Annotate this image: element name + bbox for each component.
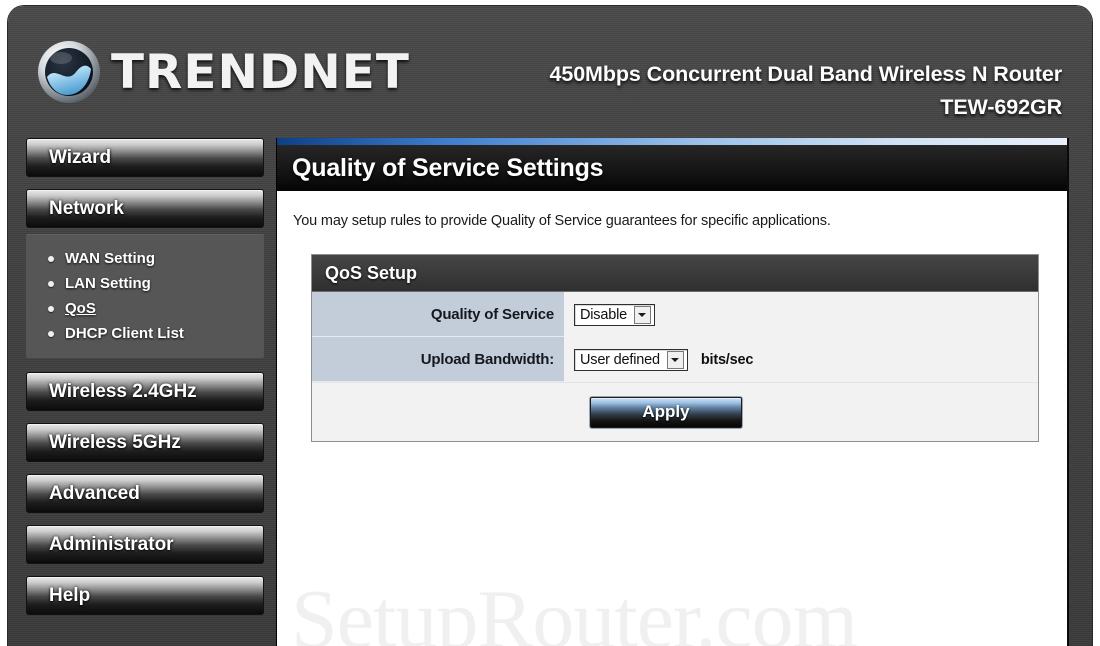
sidebar-item-label: Network <box>49 197 124 219</box>
select-value: Disable <box>580 306 627 323</box>
bullet-icon <box>48 305 54 312</box>
content-body: You may setup rules to provide Quality o… <box>277 191 1067 646</box>
qos-setup-panel-header: QoS Setup <box>312 255 1038 292</box>
sidebar-subitem-wan-setting[interactable]: WAN Setting <box>26 246 264 271</box>
row-field-cell: Disable <box>564 292 1038 337</box>
bullet-icon <box>48 255 54 262</box>
row-field-cell: User defined bits/sec <box>564 337 1038 382</box>
brand-logo: TRENDNET <box>36 39 409 105</box>
bullet-icon <box>48 280 54 287</box>
sidebar-subitem-qos[interactable]: QoS <box>26 296 264 321</box>
apply-row: Apply <box>312 382 1038 441</box>
sidebar-subitem-dhcp-client-list[interactable]: DHCP Client List <box>26 321 264 346</box>
page-description: You may setup rules to provide Quality o… <box>293 213 831 229</box>
sidebar-subitem-label: QoS <box>65 300 96 317</box>
row-label-cell: Upload Bandwidth: <box>312 337 564 382</box>
sidebar-item-label: Advanced <box>49 482 140 504</box>
sidebar-item-advanced[interactable]: Advanced <box>26 474 264 513</box>
form-row-quality-of-service: Quality of Service Disable <box>312 292 1038 337</box>
page-title-bar: Quality of Service Settings <box>277 145 1067 191</box>
sidebar-subitem-lan-setting[interactable]: LAN Setting <box>26 271 264 296</box>
qos-setup-panel: QoS Setup Quality of Service Disable Upl… <box>311 254 1039 442</box>
upload-bandwidth-label: Upload Bandwidth: <box>420 350 554 368</box>
upload-bandwidth-select[interactable]: User defined <box>574 348 688 371</box>
upload-bandwidth-unit: bits/sec <box>700 351 754 368</box>
router-admin-window: TRENDNET 450Mbps Concurrent Dual Band Wi… <box>8 6 1092 646</box>
sidebar-submenu-network: WAN Setting LAN Setting QoS DHCP Client … <box>26 234 264 358</box>
select-value: User defined <box>580 351 660 368</box>
qos-setup-panel-title: QoS Setup <box>325 262 418 283</box>
sidebar-item-label: Help <box>49 584 91 606</box>
apply-button[interactable]: Apply <box>590 396 742 428</box>
sidebar-item-label: Wireless 2.4GHz <box>49 380 197 402</box>
sidebar-item-label: Administrator <box>49 533 174 555</box>
product-model-block: 450Mbps Concurrent Dual Band Wireless N … <box>549 58 1062 125</box>
chevron-down-icon[interactable] <box>633 305 651 324</box>
sidebar-nav: Wizard Network WAN Setting LAN Setting Q… <box>26 138 264 627</box>
site-watermark: SetupRouter.com <box>291 573 858 646</box>
sidebar-item-wireless-5ghz[interactable]: Wireless 5GHz <box>26 423 264 462</box>
accent-bar <box>277 138 1067 145</box>
bullet-icon <box>48 330 54 337</box>
chevron-down-icon[interactable] <box>666 350 684 369</box>
trendnet-globe-icon <box>38 41 100 103</box>
sidebar-item-label: Wizard <box>49 146 112 168</box>
row-label-cell: Quality of Service <box>312 292 564 337</box>
sidebar-item-wizard[interactable]: Wizard <box>26 138 264 177</box>
form-row-upload-bandwidth: Upload Bandwidth: User defined bits/sec <box>312 337 1038 382</box>
product-model-number: TEW-692GR <box>940 95 1062 120</box>
page-title: Quality of Service Settings <box>292 153 604 182</box>
quality-of-service-select[interactable]: Disable <box>574 303 655 326</box>
apply-button-label: Apply <box>642 402 690 421</box>
sidebar-item-network[interactable]: Network <box>26 189 264 228</box>
content-panel: Quality of Service Settings You may setu… <box>276 138 1069 646</box>
sidebar-item-label: Wireless 5GHz <box>49 431 181 453</box>
sidebar-subitem-label: WAN Setting <box>65 250 155 267</box>
page-header: TRENDNET 450Mbps Concurrent Dual Band Wi… <box>8 6 1092 134</box>
sidebar-item-administrator[interactable]: Administrator <box>26 525 264 564</box>
sidebar-subitem-label: DHCP Client List <box>65 325 184 342</box>
brand-name: TRENDNET <box>111 44 410 100</box>
sidebar-subitem-label: LAN Setting <box>65 275 151 292</box>
sidebar-item-wireless-24ghz[interactable]: Wireless 2.4GHz <box>26 372 264 411</box>
quality-of-service-label: Quality of Service <box>430 305 554 323</box>
sidebar-item-help[interactable]: Help <box>26 576 264 615</box>
product-description: 450Mbps Concurrent Dual Band Wireless N … <box>549 62 1062 86</box>
